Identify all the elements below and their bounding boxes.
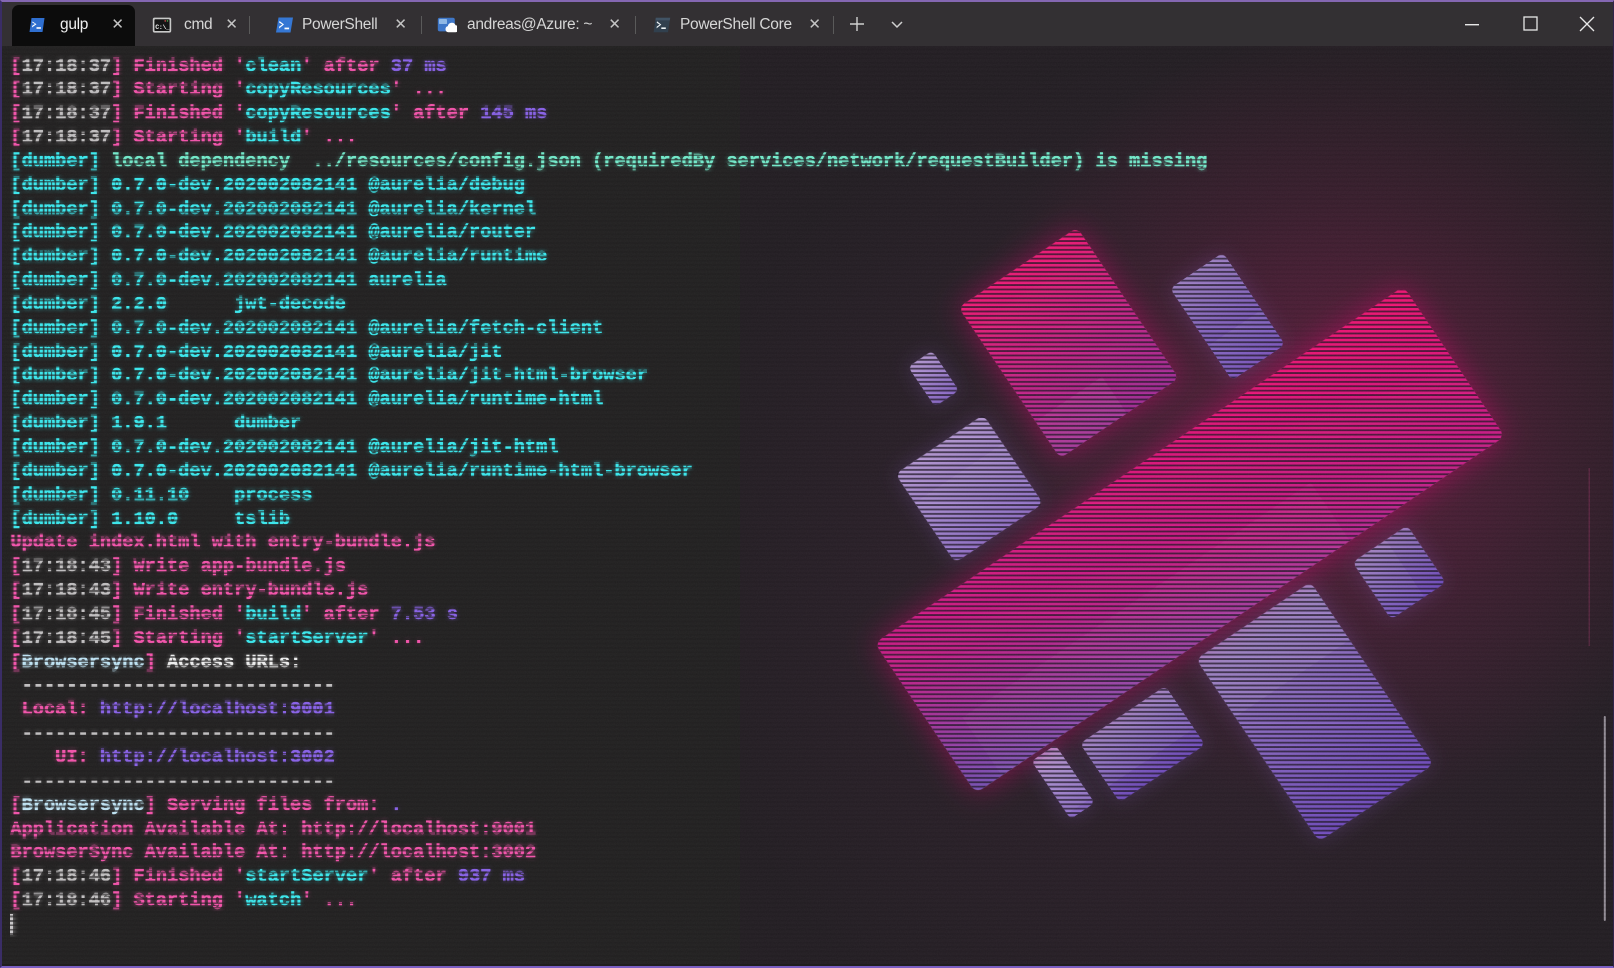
svg-text:C:\_: C:\_	[155, 24, 170, 31]
